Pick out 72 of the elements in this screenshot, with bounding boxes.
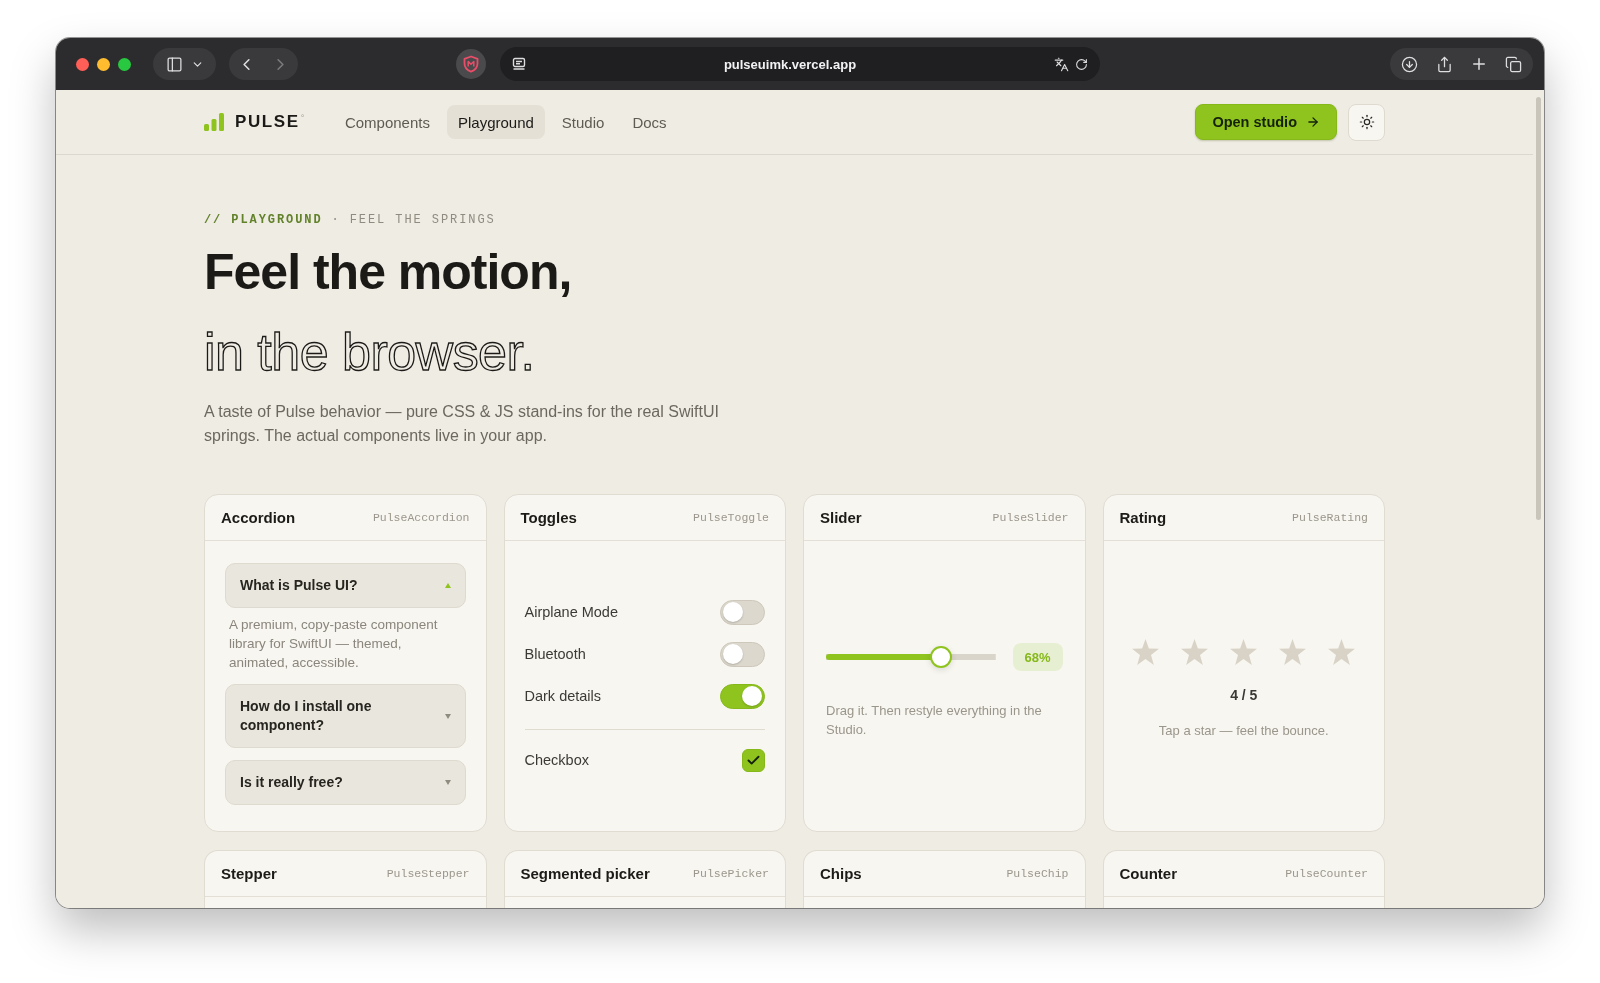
hero-title: Feel the motion,: [204, 243, 573, 302]
page-menu-icon[interactable]: [512, 57, 526, 71]
accordion-item[interactable]: How do I install one component?: [225, 684, 466, 748]
toggle-switch[interactable]: [720, 599, 765, 625]
toggle-label: Airplane Mode: [524, 604, 618, 620]
toggle-switch[interactable]: [720, 641, 765, 667]
download-icon: [1400, 55, 1418, 73]
slider-thumb[interactable]: [930, 646, 953, 668]
minimize-button[interactable]: [97, 57, 110, 71]
caret-icon: [444, 583, 451, 588]
reload-icon[interactable]: [1075, 57, 1088, 71]
star-rating[interactable]: [1132, 638, 1356, 665]
component-name: PulseAccordion: [372, 511, 470, 524]
eyebrow-section: // PLAYGROUND: [204, 213, 323, 227]
close-button[interactable]: [76, 57, 89, 71]
component-name: PulseSlider: [992, 511, 1069, 524]
star-icon[interactable]: [1230, 638, 1258, 665]
card-title: Segmented picker: [520, 865, 650, 882]
nav-link[interactable]: Studio: [550, 105, 616, 139]
component-name: PulseRating: [1292, 511, 1368, 524]
component-name: PulseChip: [1006, 867, 1069, 880]
nav-link[interactable]: Components: [333, 105, 441, 139]
caret-icon: [444, 713, 451, 719]
rating-hint: Tap a star — feel the bounce.: [1158, 722, 1329, 738]
scrollbar-thumb[interactable]: [1536, 97, 1541, 520]
component-name: PulseToggle: [693, 511, 769, 524]
accordion-item[interactable]: Is it really free?: [225, 760, 466, 805]
sun-icon: [1358, 114, 1375, 130]
hero-intro: A taste of Pulse behavior — pure CSS & JS stand-ins for the real SwiftUI springs. The actual components live in your app.: [204, 402, 720, 446]
card-title: Slider: [820, 509, 862, 526]
share-icon: [1435, 55, 1453, 73]
component-name: PulseCounter: [1285, 867, 1368, 880]
tabs-icon: [1505, 55, 1523, 73]
eyebrow-separator: ·: [331, 213, 341, 227]
shield-extension-icon[interactable]: [456, 49, 486, 79]
card-title: Counter: [1119, 865, 1177, 882]
card-title: Accordion: [221, 509, 296, 526]
card-title: Toggles: [520, 509, 577, 526]
checkbox-label: Checkbox: [524, 752, 589, 768]
accordion-item[interactable]: What is Pulse UI?: [225, 563, 466, 608]
nav-link[interactable]: Docs: [621, 105, 678, 139]
eyebrow-subtitle: FEEL THE SPRINGS: [349, 213, 496, 227]
card-title: Chips: [820, 865, 862, 882]
checkbox[interactable]: [742, 748, 765, 772]
accordion-answer: A premium, copy-paste component library for SwiftUI — themed, animated, accessible.: [228, 616, 439, 672]
rating-score: 4 / 5: [1230, 686, 1258, 703]
address-bar[interactable]: pulseuimk.vercel.app: [500, 47, 1100, 81]
sidebar-icon: [165, 55, 183, 73]
theme-toggle-button[interactable]: [1348, 103, 1385, 141]
nav-link[interactable]: Playground: [446, 105, 545, 139]
translate-icon[interactable]: [1054, 56, 1069, 72]
toggle-label: Dark details: [524, 688, 602, 704]
star-icon[interactable]: [1181, 638, 1209, 665]
brand-name[interactable]: PULSE$^{°}$: [235, 112, 306, 132]
open-studio-button[interactable]: Open studio: [1195, 104, 1337, 140]
sidebar-button[interactable]: [153, 48, 216, 80]
slider-hint: Drag it. Then restyle everything in the Studio.: [826, 702, 1043, 739]
toggle-switch[interactable]: [720, 683, 765, 709]
hero-title-outline: in the browser.: [204, 322, 536, 383]
star-icon[interactable]: [1328, 638, 1356, 665]
slider-value: 68%: [1012, 643, 1063, 671]
url-text: pulseuimk.vercel.app: [722, 56, 858, 72]
star-icon[interactable]: [1279, 638, 1307, 665]
card-title: Stepper: [221, 865, 277, 882]
component-name: PulseStepper: [386, 867, 470, 880]
card-title: Rating: [1119, 509, 1167, 526]
caret-icon: [444, 780, 451, 785]
toggle-label: Bluetooth: [524, 646, 586, 662]
logo-icon: [204, 113, 224, 131]
component-name: PulsePicker: [693, 867, 769, 880]
zoom-button[interactable]: [118, 57, 131, 71]
star-icon[interactable]: [1132, 638, 1160, 665]
